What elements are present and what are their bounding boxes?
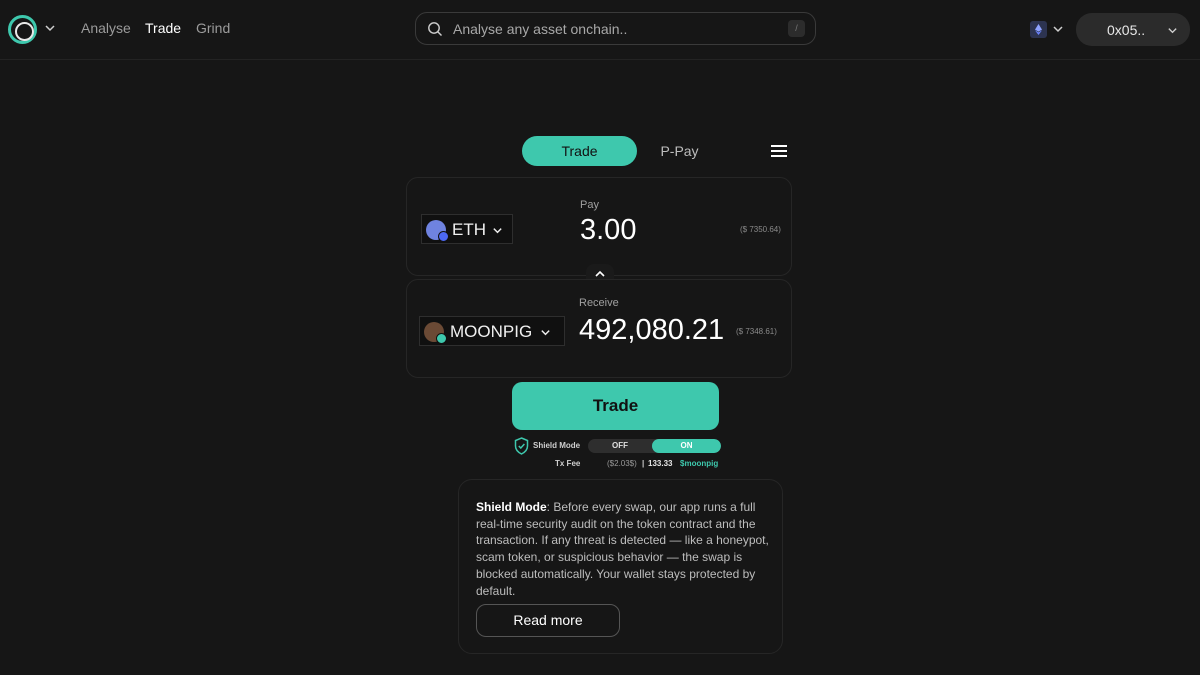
wallet-button[interactable]: 0x05.. [1076, 13, 1190, 46]
search-bar: / [415, 12, 816, 45]
shield-info-text: Shield Mode: Before every swap, our app … [476, 499, 774, 599]
receive-amount[interactable]: 492,080.21 [579, 314, 724, 347]
wallet-address: 0x05.. [1107, 22, 1146, 38]
receive-panel: MOONPIG Receive 492,080.21 ($ 7348.61) [406, 279, 792, 378]
pay-label: Pay [580, 199, 599, 211]
chevron-down-icon[interactable] [1052, 23, 1064, 35]
toggle-off-option[interactable]: OFF [588, 439, 652, 453]
chevron-down-icon [493, 228, 502, 234]
top-bar: Analyse Trade Grind / 0x05.. [0, 0, 1200, 60]
chevron-down-icon[interactable] [44, 22, 56, 34]
shield-check-icon [514, 437, 529, 455]
nav-analyse[interactable]: Analyse [81, 20, 131, 36]
shield-info-card: Shield Mode: Before every swap, our app … [458, 479, 783, 654]
tx-fee-label: Tx Fee [555, 459, 581, 468]
chevron-down-icon [541, 330, 550, 336]
read-more-button[interactable]: Read more [476, 604, 620, 637]
toggle-on-option[interactable]: ON [652, 439, 721, 453]
eth-token-icon [426, 220, 449, 242]
tx-fee-token: $moonpig [680, 459, 719, 468]
tx-fee-separator: | [642, 459, 645, 468]
nav-trade[interactable]: Trade [145, 20, 181, 36]
chevron-down-icon [1168, 28, 1177, 34]
shield-info-body: : Before every swap, our app runs a full… [476, 500, 769, 598]
logo-icon[interactable] [8, 15, 37, 44]
shield-mode-toggle[interactable]: OFF ON [588, 439, 721, 453]
pay-token-name: ETH [452, 220, 486, 239]
tx-fee-amount: 133.33 [648, 459, 673, 468]
pay-token-selector[interactable]: ETH [421, 214, 513, 244]
moonpig-token-icon [424, 322, 447, 344]
receive-token-selector[interactable]: MOONPIG [419, 316, 565, 346]
receive-usd-value: ($ 7348.61) [736, 327, 777, 336]
tab-trade[interactable]: Trade [522, 136, 637, 166]
pay-amount[interactable]: 3.00 [580, 214, 636, 247]
pay-usd-value: ($ 7350.64) [740, 225, 781, 234]
shortcut-key: / [788, 20, 805, 37]
tx-fee-usd: ($2.03$) [607, 459, 637, 468]
receive-label: Receive [579, 297, 619, 309]
shield-mode-label: Shield Mode [533, 441, 581, 450]
receive-token-name: MOONPIG [450, 322, 533, 341]
pay-panel: ETH Pay 3.00 ($ 7350.64) [406, 177, 792, 276]
search-input[interactable] [453, 19, 773, 39]
nav-grind[interactable]: Grind [196, 20, 230, 36]
menu-icon[interactable] [771, 144, 787, 158]
tab-p-pay[interactable]: P-Pay [652, 136, 707, 166]
search-icon [428, 22, 442, 36]
trade-button[interactable]: Trade [512, 382, 719, 430]
shield-info-title: Shield Mode [476, 500, 547, 514]
ethereum-chain-icon[interactable] [1030, 21, 1047, 38]
